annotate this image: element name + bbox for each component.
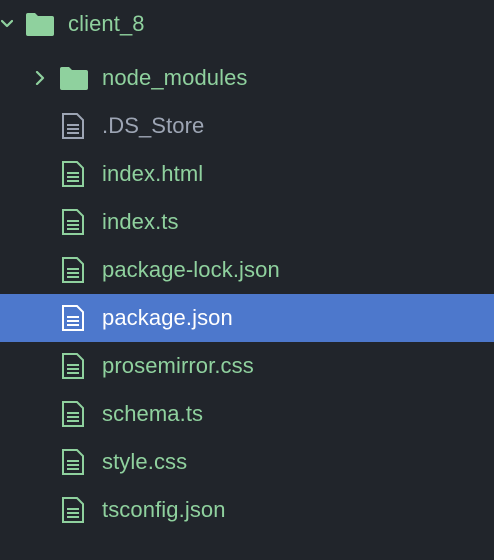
tree-item-style-css[interactable]: style.css xyxy=(0,438,494,486)
chevron-down-icon[interactable] xyxy=(0,17,14,31)
file-icon xyxy=(61,496,85,524)
tree-item-index-ts[interactable]: index.ts xyxy=(0,198,494,246)
tree-item-package-lock-json[interactable]: package-lock.json xyxy=(0,246,494,294)
tree-item-tsconfig-json[interactable]: tsconfig.json xyxy=(0,486,494,534)
tree-root-label: client_8 xyxy=(68,11,145,36)
tree-item-label: node_modules xyxy=(102,65,248,90)
tree-item-index-html[interactable]: index.html xyxy=(0,150,494,198)
tree-item-prosemirror-css[interactable]: prosemirror.css xyxy=(0,342,494,390)
tree-item-label: index.ts xyxy=(102,209,179,234)
file-icon xyxy=(61,112,85,140)
folder-icon xyxy=(59,65,89,91)
tree-item-ds-store[interactable]: .DS_Store xyxy=(0,102,494,150)
chevron-right-icon[interactable] xyxy=(33,71,47,85)
file-icon xyxy=(61,208,85,236)
tree-root-client-8[interactable]: client_8 xyxy=(0,0,494,48)
folder-icon xyxy=(25,11,55,37)
file-icon xyxy=(61,448,85,476)
tree-item-schema-ts[interactable]: schema.ts xyxy=(0,390,494,438)
file-icon xyxy=(61,400,85,428)
file-tree: client_8 node_modules .DS_Store index.ht… xyxy=(0,0,494,560)
file-icon xyxy=(61,304,85,332)
tree-item-label: .DS_Store xyxy=(102,113,205,138)
tree-item-label: index.html xyxy=(102,161,204,186)
tree-item-label: tsconfig.json xyxy=(102,497,226,522)
tree-item-node-modules[interactable]: node_modules xyxy=(0,54,494,102)
tree-item-label: style.css xyxy=(102,449,188,474)
tree-item-package-json[interactable]: package.json xyxy=(0,294,494,342)
tree-item-label: package-lock.json xyxy=(102,257,280,282)
file-icon xyxy=(61,160,85,188)
tree-item-label: package.json xyxy=(102,305,233,330)
tree-item-label: prosemirror.css xyxy=(102,353,254,378)
file-icon xyxy=(61,352,85,380)
file-icon xyxy=(61,256,85,284)
tree-item-label: schema.ts xyxy=(102,401,204,426)
